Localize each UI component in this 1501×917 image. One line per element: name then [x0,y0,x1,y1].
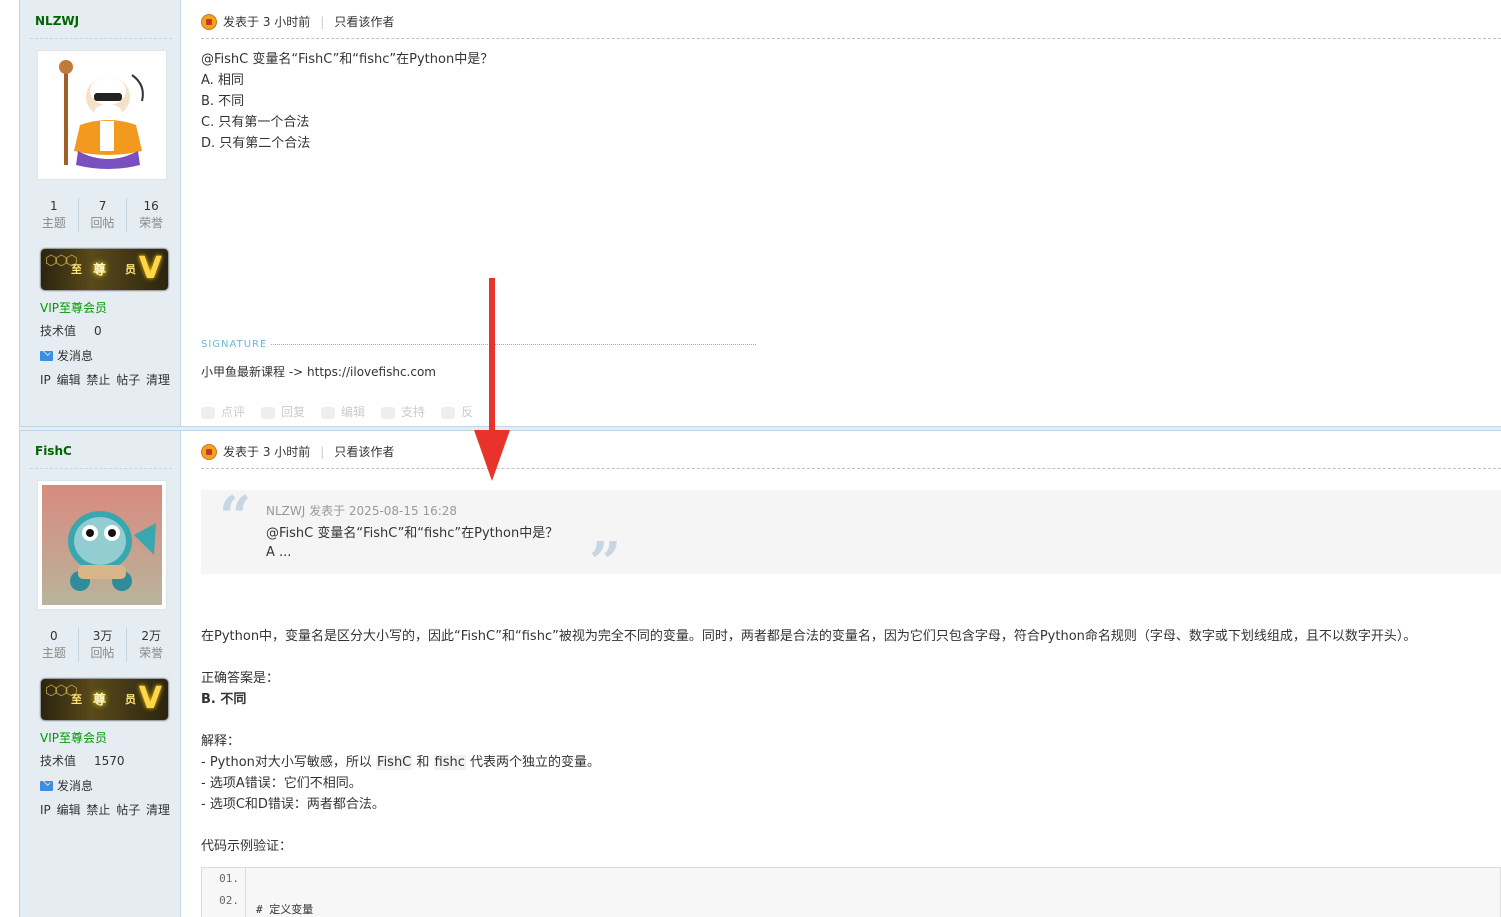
only-author-link[interactable]: 只看该作者 [334,13,394,30]
crown-icon [201,13,217,30]
quote-open-icon: “ [219,484,252,550]
post-meta: 发表于 3 小时前 | 只看该作者 [201,13,394,30]
avatar[interactable] [37,480,167,610]
stat-threads[interactable]: 0 主题 [30,628,79,662]
avatar[interactable] [37,50,167,180]
post-meta: 发表于 3 小时前 | 只看该作者 [201,443,394,460]
quote-meta[interactable]: NLZWJ 发表于 2025-08-15 16:28 [266,502,457,519]
edit-button[interactable]: 编辑 [321,403,365,420]
paragraph: 在Python中，变量名是区分大小写的，因此“FishC”和“fishc”被视为… [201,629,1417,644]
post-time: 发表于 3 小时前 [223,15,311,29]
stat-honor[interactable]: 2万 荣誉 [127,628,175,662]
divider [201,38,1501,39]
code-label: 代码示例验证： [201,839,293,854]
answer: B. 不同 [201,692,247,707]
comment-button[interactable]: 点评 [201,403,245,420]
divider: | [320,14,325,29]
avatar-image [42,485,162,605]
stat-replies[interactable]: 3万 回帖 [79,628,128,662]
quote-line: @FishC 变量名“FishC”和“fishc”在Python中是？ [266,526,559,541]
quote-line: A ... [266,545,292,560]
post-separator [19,426,1501,431]
only-author-link[interactable]: 只看该作者 [334,443,394,460]
support-button[interactable]: 支持 [381,403,425,420]
arrow-up-icon [381,406,396,419]
post-content: @FishC 变量名“FishC”和“fishc”在Python中是？ A. 相… [201,52,494,151]
arrow-down-icon [441,406,456,419]
comment-icon [201,406,215,419]
user-group[interactable]: VIP至尊会员 [40,729,107,746]
user-stats: 0 主题 3万 回帖 2万 荣誉 [30,628,175,662]
reply-button[interactable]: 回复 [261,403,305,420]
send-message-button[interactable]: 发消息 [40,777,93,794]
mail-icon [40,350,53,361]
stat-threads[interactable]: 1 主题 [30,198,79,232]
post-time: 发表于 3 小时前 [223,445,311,459]
send-message-button[interactable]: 发消息 [40,347,93,364]
admin-links[interactable]: IP 编辑 禁止 帖子 清理 [40,801,170,818]
pencil-icon [321,406,336,419]
oppose-button[interactable]: 反 [441,403,473,420]
code-line: # 定义变量 [256,903,314,916]
divider: | [320,444,325,459]
code-block[interactable]: 01. 02. # 定义变量 [201,867,1501,917]
admin-links[interactable]: IP 编辑 禁止 帖子 清理 [40,371,170,388]
user-stats: 1 主题 7 回帖 16 荣誉 [30,198,175,232]
reply-icon [261,406,276,419]
divider [30,38,172,39]
vip-badge: ⬡⬡⬡ 至 尊 员 V [41,679,168,720]
quote-close-icon: ” [589,530,622,596]
divider [30,468,172,469]
avatar-image [42,55,162,175]
author-name[interactable]: NLZWJ [35,14,79,28]
divider [201,468,1501,469]
author-name[interactable]: FishC [35,444,72,458]
line-numbers: 01. 02. [202,868,246,917]
quote-block: “ NLZWJ 发表于 2025-08-15 16:28 @FishC 变量名“… [201,484,1501,596]
answer-label: 正确答案是： [201,671,280,686]
vip-badge: ⬡⬡⬡ 至 尊 员 V [41,249,168,290]
tech-value: 技术值 0 [40,324,102,338]
stat-replies[interactable]: 7 回帖 [79,198,128,232]
post-actions: 点评 回复 编辑 支持 反 [201,403,473,420]
stat-honor[interactable]: 16 荣誉 [127,198,175,232]
explain-line: - 选项C和D错误：两者都合法。 [201,797,385,812]
post-content: 在Python中，变量名是区分大小写的，因此“FishC”和“fishc”被视为… [201,626,1416,857]
explain-line: - 选项A错误：它们不相同。 [201,776,362,791]
crown-icon [201,443,217,460]
signature-text[interactable]: 小甲鱼最新课程 -> https://ilovefishc.com [201,363,436,380]
tech-value: 技术值 1570 [40,754,125,768]
mail-icon [40,780,53,791]
red-arrow-annotation [474,278,510,481]
explain-label: 解释： [201,734,241,749]
explain-line: - Python对大小写敏感，所以 FishC 和 fishc 代表两个独立的变… [201,755,601,770]
forum-thread: NLZWJ 1 主题 7 回帖 16 荣誉 ⬡⬡⬡ 至 尊 员 V VIP至尊会… [0,0,1501,917]
user-group[interactable]: VIP至尊会员 [40,299,107,316]
